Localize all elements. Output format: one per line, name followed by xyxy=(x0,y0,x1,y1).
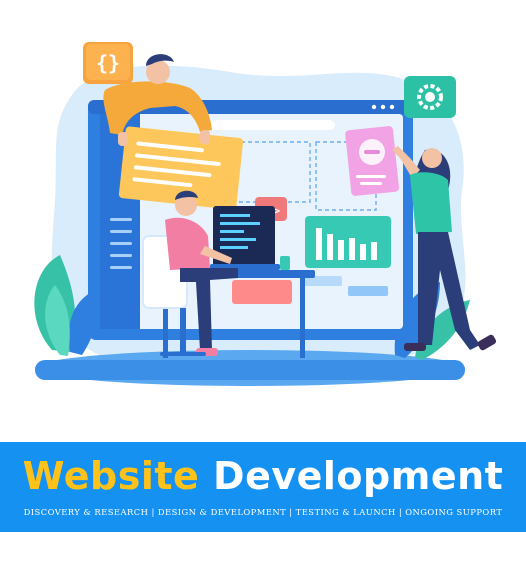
gear-icon xyxy=(404,76,456,118)
services-subtitle: DISCOVERY & RESEARCH | DESIGN & DEVELOPM… xyxy=(23,507,503,517)
page-title: Website Development xyxy=(0,452,526,500)
svg-text:{}: {} xyxy=(96,51,120,75)
title-word-website: Website xyxy=(22,454,200,498)
coffee-mug xyxy=(280,256,290,270)
window-dot-icon xyxy=(389,104,395,110)
pink-card xyxy=(345,126,400,196)
window-dot-icon xyxy=(371,104,377,110)
website-development-illustration: {} </> xyxy=(34,42,497,386)
code-braces-icon: {} xyxy=(83,42,133,84)
title-word-development: Development xyxy=(213,454,504,498)
bar-chart-card xyxy=(305,216,391,268)
window-dot-icon xyxy=(380,104,386,110)
floor-base xyxy=(35,360,465,380)
address-bar xyxy=(205,120,335,130)
